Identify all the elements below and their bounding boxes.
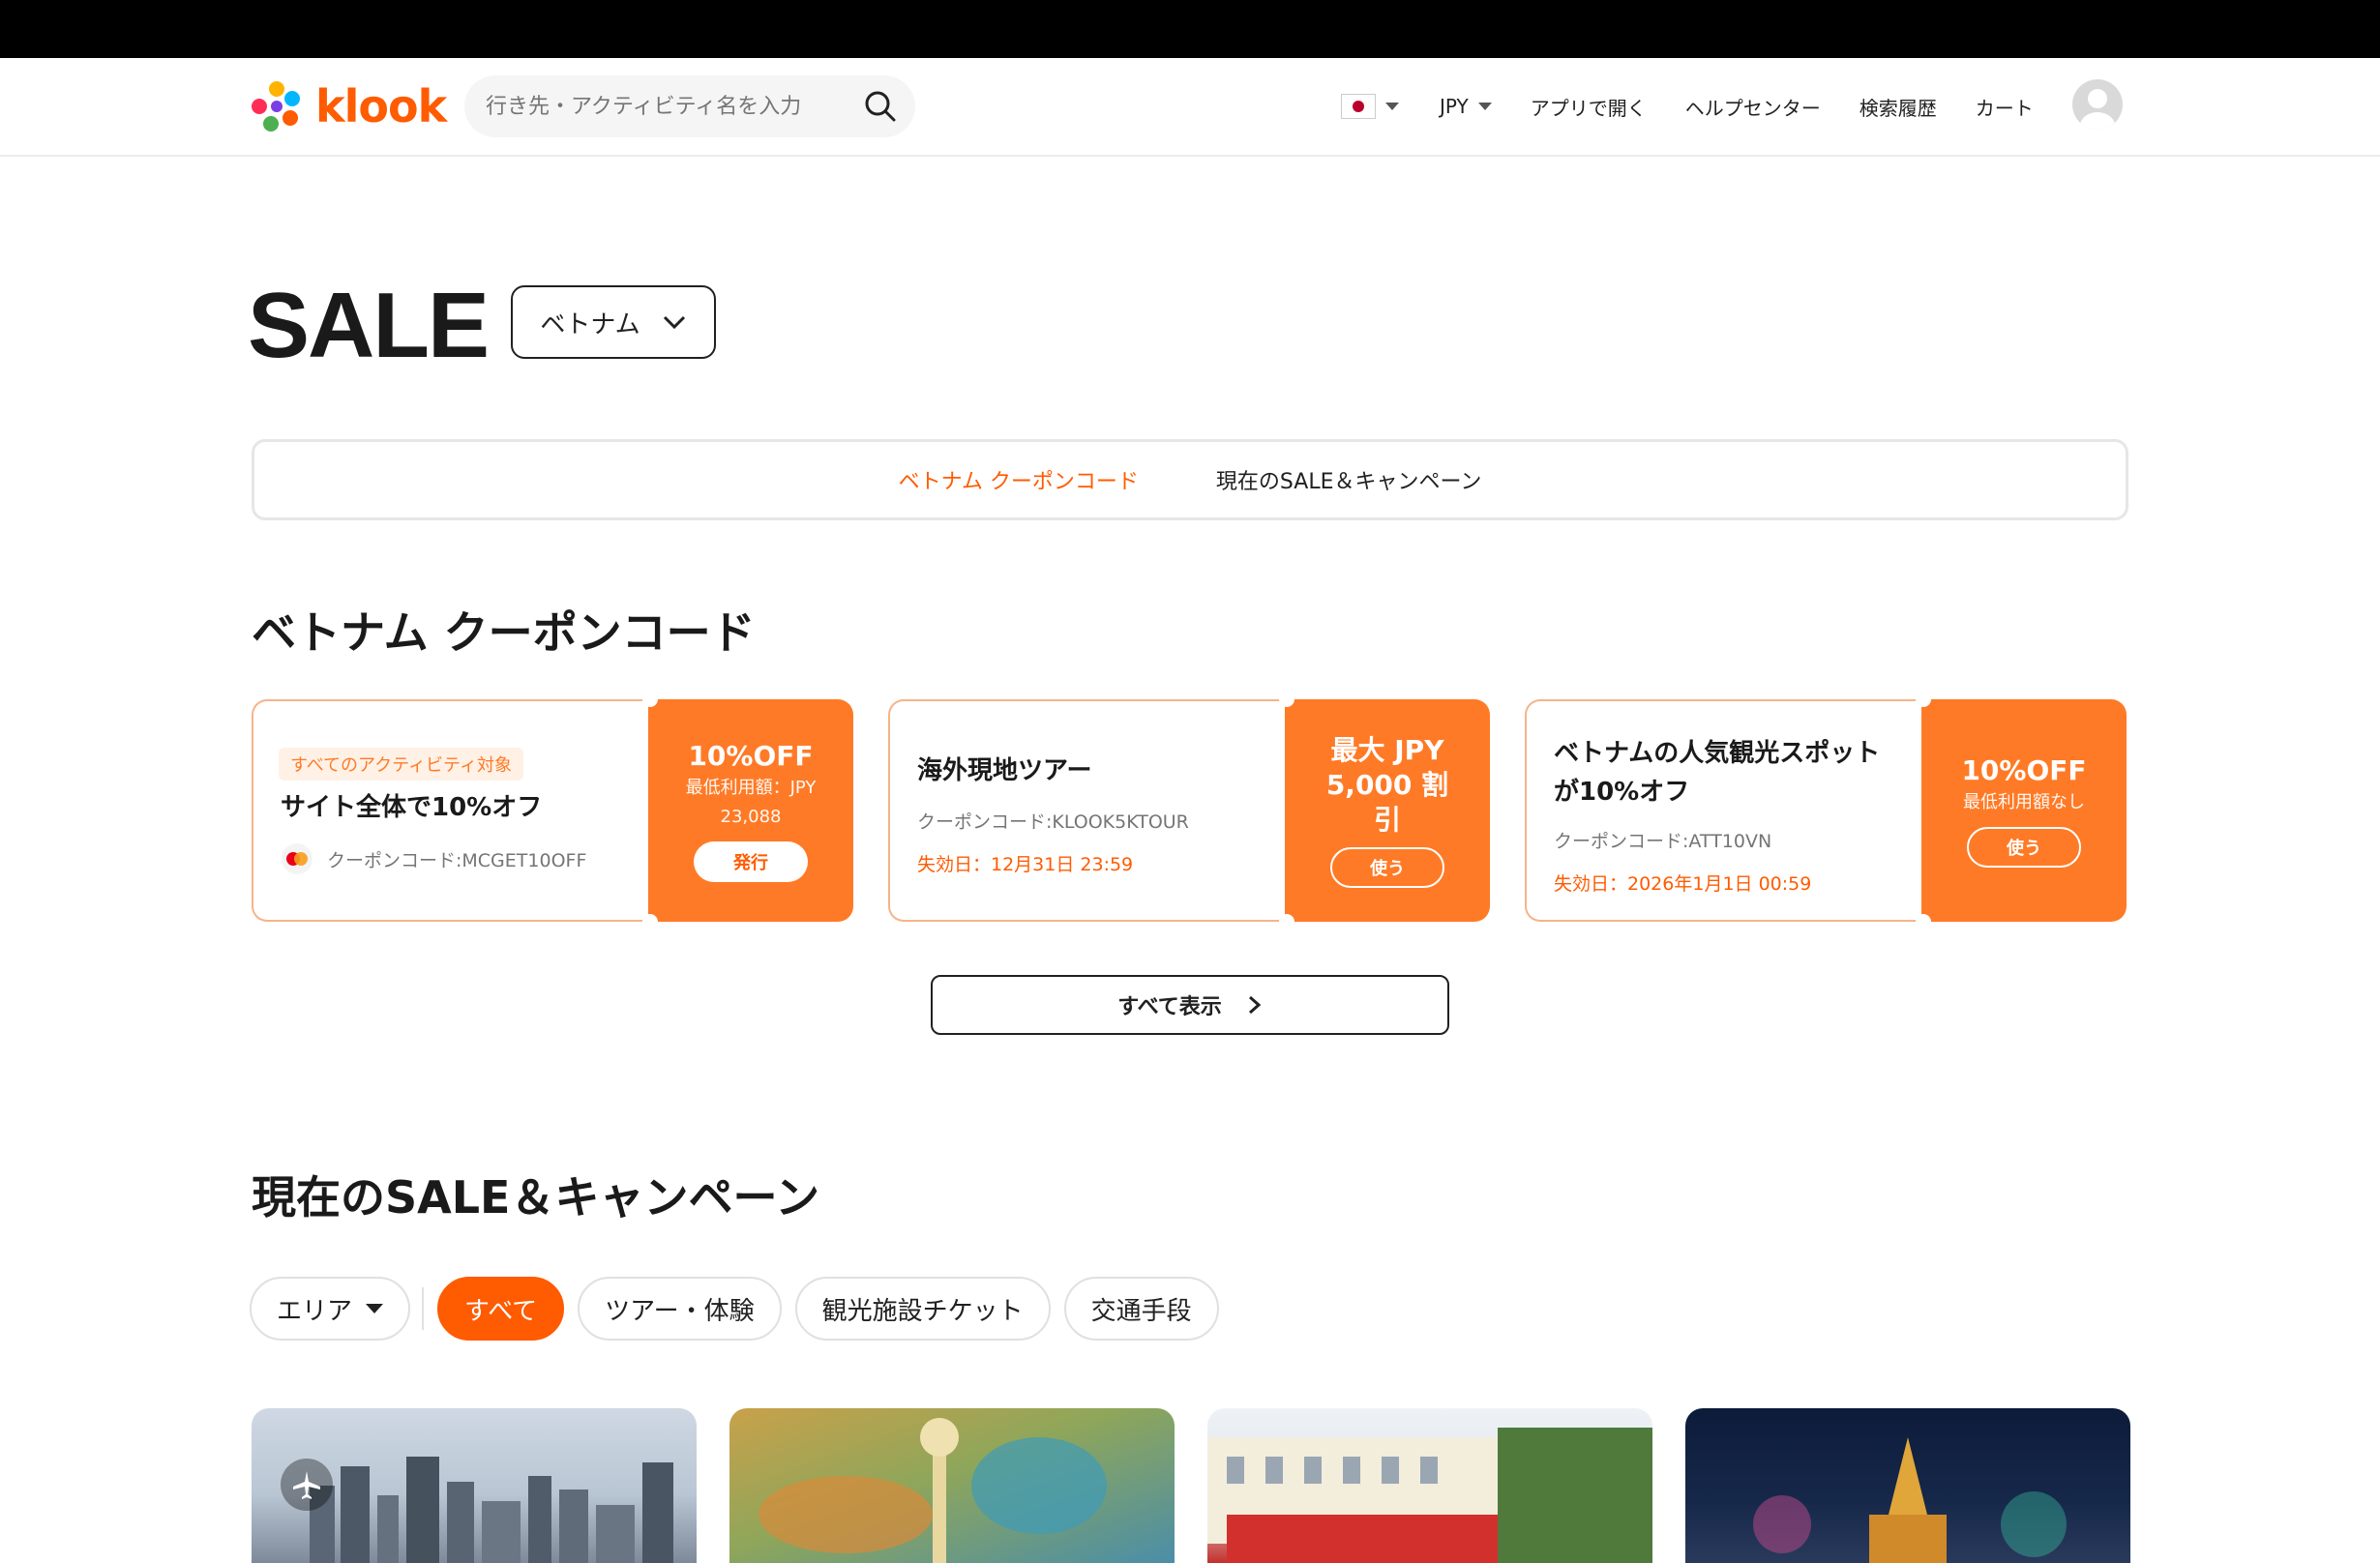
coupon-details: 海外現地ツアー クーポンコード:KLOOK5KTOUR 失効日：12月31日 2… bbox=[888, 699, 1287, 922]
caret-down-icon bbox=[1477, 103, 1492, 110]
coupon-card[interactable]: ベトナムの人気観光スポットが10%オフ クーポンコード:ATT10VN 失効日：… bbox=[1525, 692, 2127, 929]
filter-divider bbox=[422, 1287, 425, 1330]
section-tabs: ベトナム クーポンコード 現在のSALE＆キャンペーン bbox=[252, 439, 2128, 520]
coupon-minimum: 最低利用額：JPY 23,088 bbox=[685, 778, 817, 827]
mastercard-icon bbox=[282, 843, 312, 874]
coupon-notch bbox=[1279, 692, 1294, 707]
top-black-bar bbox=[0, 0, 2380, 58]
search-icon[interactable] bbox=[863, 89, 898, 128]
filter-chip-tours[interactable]: ツアー・体験 bbox=[578, 1277, 782, 1341]
klook-logo[interactable]: klook bbox=[250, 79, 447, 133]
country-label: ベトナム bbox=[540, 310, 640, 339]
coupon-notch bbox=[1916, 692, 1931, 707]
campaign-card[interactable] bbox=[1685, 1408, 2130, 1563]
coupon-details: ベトナムの人気観光スポットが10%オフ クーポンコード:ATT10VN 失効日：… bbox=[1525, 699, 1923, 922]
area-filter-dropdown[interactable]: エリア bbox=[250, 1277, 411, 1341]
search-bar[interactable] bbox=[464, 75, 915, 137]
filter-chip-transport[interactable]: 交通手段 bbox=[1063, 1277, 1219, 1341]
header: klook JPY アプリで開く ヘルプセンター 検索履歴 カート bbox=[0, 58, 2380, 157]
nav-search-history[interactable]: 検索履歴 bbox=[1859, 93, 1937, 121]
view-all-button[interactable]: すべて表示 bbox=[931, 975, 1449, 1035]
tab-sales-campaigns[interactable]: 現在のSALE＆キャンペーン bbox=[1216, 464, 1481, 495]
page-title: SALE bbox=[248, 274, 490, 377]
filter-chip-all[interactable]: すべて bbox=[437, 1277, 565, 1341]
coupon-card[interactable]: 海外現地ツアー クーポンコード:KLOOK5KTOUR 失効日：12月31日 2… bbox=[888, 692, 1490, 929]
japan-flag-icon bbox=[1341, 94, 1376, 119]
campaigns-section-title: 現在のSALE＆キャンペーン bbox=[252, 1171, 820, 1224]
user-icon bbox=[2080, 89, 2115, 130]
coupon-notch bbox=[1279, 914, 1294, 929]
coupon-title: サイト全体で10%オフ bbox=[281, 793, 543, 822]
chevron-down-icon bbox=[663, 315, 685, 330]
nav-label: ヘルプセンター bbox=[1684, 96, 1821, 120]
currency-selector[interactable]: JPY bbox=[1440, 95, 1492, 118]
campaign-card[interactable] bbox=[729, 1408, 1175, 1563]
chip-label: 観光施設チケット bbox=[821, 1296, 1024, 1326]
coupon-minimum: 最低利用額なし bbox=[1963, 792, 2085, 812]
night-temple-image bbox=[1753, 1437, 2067, 1563]
user-avatar[interactable] bbox=[2072, 79, 2123, 130]
chevron-right-icon bbox=[1248, 995, 1262, 1015]
nav-label: アプリで開く bbox=[1530, 96, 1647, 120]
coupon-deal: 10%OFF bbox=[688, 740, 814, 772]
coupon-badge: すべてのアクティビティ対象 bbox=[279, 748, 523, 781]
coupon-deal-panel: 10%OFF 最低利用額なし 使う bbox=[1921, 699, 2127, 922]
klook-logo-icon bbox=[250, 79, 304, 133]
caret-down-icon bbox=[366, 1304, 384, 1313]
country-dropdown[interactable]: ベトナム bbox=[511, 285, 716, 359]
coupon-notch bbox=[1916, 914, 1931, 929]
coupon-deal-panel: 10%OFF 最低利用額：JPY 23,088 発行 bbox=[648, 699, 853, 922]
header-nav: JPY アプリで開く ヘルプセンター 検索履歴 カート bbox=[1341, 87, 2034, 126]
chip-label: ツアー・体験 bbox=[605, 1296, 755, 1326]
tab-coupon-codes[interactable]: ベトナム クーポンコード bbox=[899, 464, 1139, 495]
chip-label: すべて bbox=[464, 1296, 538, 1326]
campaign-card[interactable] bbox=[1207, 1408, 1652, 1563]
use-coupon-button[interactable]: 使う bbox=[1330, 847, 1444, 888]
coupon-code: クーポンコード:MCGET10OFF bbox=[327, 849, 587, 871]
coupon-code: クーポンコード:ATT10VN bbox=[1554, 831, 1772, 852]
coupons-section-title: ベトナム クーポンコード bbox=[252, 606, 756, 659]
filter-bar: エリア すべて ツアー・体験 観光施設チケット 交通手段 bbox=[250, 1277, 1233, 1341]
coupon-deal-panel: 最大 JPY 5,000 割引 使う bbox=[1285, 699, 1490, 922]
view-all-label: すべて表示 bbox=[1117, 995, 1222, 1019]
chip-label: 交通手段 bbox=[1090, 1296, 1192, 1326]
campaign-card[interactable] bbox=[252, 1408, 697, 1563]
use-coupon-button[interactable]: 使う bbox=[1967, 827, 2081, 868]
coupon-code: クーポンコード:KLOOK5KTOUR bbox=[917, 811, 1189, 833]
coupon-details: すべてのアクティビティ対象 サイト全体で10%オフ クーポンコード:MCGET1… bbox=[252, 699, 650, 922]
filter-chip-attractions[interactable]: 観光施設チケット bbox=[794, 1277, 1051, 1341]
logo-text: klook bbox=[315, 80, 447, 133]
issue-coupon-button[interactable]: 発行 bbox=[694, 841, 808, 882]
search-input[interactable] bbox=[484, 93, 836, 120]
coupon-expiry: 失効日：12月31日 23:59 bbox=[917, 854, 1134, 875]
coupon-card[interactable]: すべてのアクティビティ対象 サイト全体で10%オフ クーポンコード:MCGET1… bbox=[252, 692, 853, 929]
coupon-deal: 10%OFF bbox=[1961, 754, 2087, 786]
bus-tour-image bbox=[1207, 1428, 1652, 1563]
language-selector[interactable] bbox=[1341, 94, 1399, 119]
airplane-icon bbox=[281, 1459, 333, 1511]
chip-label: エリア bbox=[277, 1296, 353, 1326]
coupon-notch bbox=[642, 692, 658, 707]
nav-label: カート bbox=[1975, 96, 2034, 120]
coupon-expiry: 失効日：2026年1月1日 00:59 bbox=[1554, 873, 1812, 895]
caret-down-icon bbox=[1385, 103, 1399, 110]
theme-park-image bbox=[759, 1418, 1107, 1563]
nav-help-center[interactable]: ヘルプセンター bbox=[1685, 93, 1821, 121]
coupon-deal: 最大 JPY 5,000 割引 bbox=[1325, 734, 1449, 836]
nav-open-app[interactable]: アプリで開く bbox=[1531, 93, 1647, 121]
nav-cart[interactable]: カート bbox=[1976, 93, 2034, 121]
currency-label: JPY bbox=[1440, 95, 1469, 118]
nav-label: 検索履歴 bbox=[1859, 96, 1937, 120]
coupon-title: 海外現地ツアー bbox=[917, 756, 1092, 785]
coupon-notch bbox=[642, 914, 658, 929]
coupon-title: ベトナムの人気観光スポットが10%オフ bbox=[1554, 739, 1881, 807]
